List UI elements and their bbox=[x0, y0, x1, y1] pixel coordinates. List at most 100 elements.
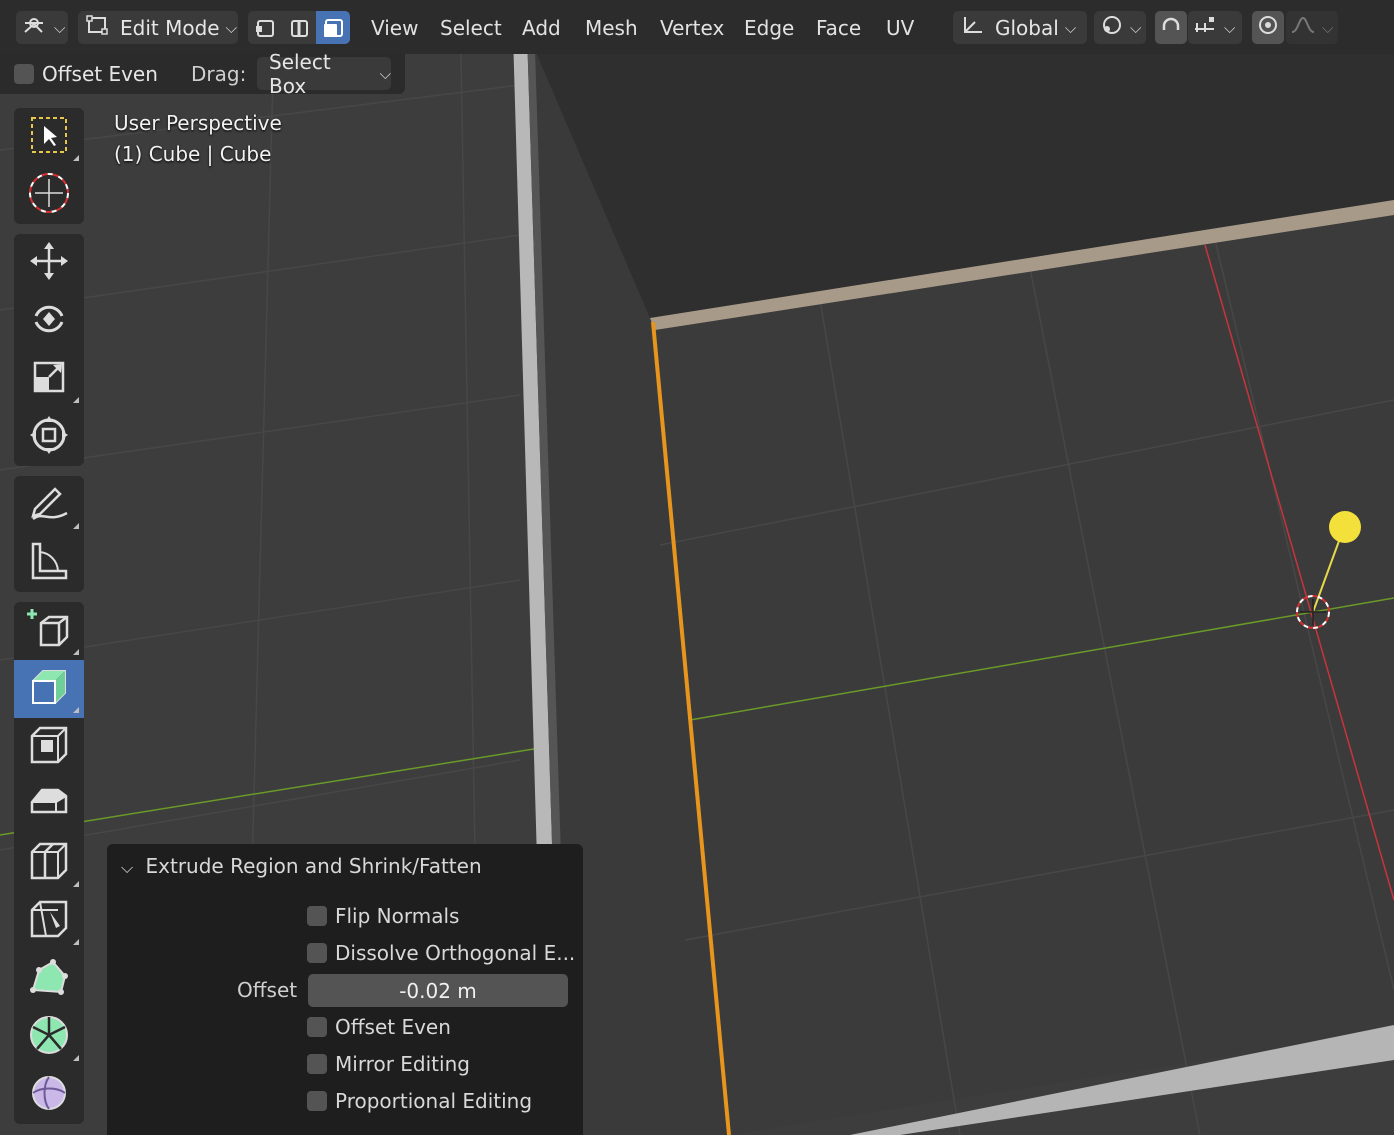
operator-panel-header[interactable]: ⌵ Extrude Region and Shrink/Fatten bbox=[121, 854, 482, 878]
tool-annotate[interactable] bbox=[14, 476, 84, 534]
edge-select-icon[interactable] bbox=[282, 11, 316, 44]
chevron-down-icon: ⌵ bbox=[121, 858, 134, 877]
3d-cursor-icon bbox=[1296, 595, 1330, 629]
drag-value: Select Box bbox=[269, 49, 331, 98]
vertex-select-icon[interactable] bbox=[248, 11, 282, 44]
menu-vertex[interactable]: Vertex bbox=[660, 11, 724, 44]
checkbox[interactable] bbox=[307, 1017, 327, 1037]
snap-target-dropdown[interactable]: ⌵ bbox=[1188, 11, 1242, 44]
tool-inset-faces[interactable] bbox=[14, 718, 84, 776]
dissolve-orthogonal-toggle[interactable]: Dissolve Orthogonal E... bbox=[307, 941, 575, 965]
tool-knife[interactable] bbox=[14, 892, 84, 950]
menu-uv[interactable]: UV bbox=[886, 11, 914, 44]
pivot-icon bbox=[1100, 14, 1124, 41]
tool-extrude-region[interactable] bbox=[14, 660, 84, 718]
offset-field[interactable]: -0.02 m bbox=[308, 974, 568, 1007]
menu-select[interactable]: Select bbox=[440, 11, 502, 44]
viewport-info: User Perspective (1) Cube | Cube bbox=[114, 108, 282, 170]
menu-mesh[interactable]: Mesh bbox=[585, 11, 638, 44]
tool-rotate[interactable] bbox=[14, 292, 84, 350]
offset-even-label: Offset Even bbox=[42, 62, 158, 86]
chevron-down-icon: ⌵ bbox=[1130, 18, 1142, 37]
checkbox[interactable] bbox=[14, 64, 34, 84]
magnet-icon bbox=[1160, 14, 1182, 41]
proportional-editing-toggle[interactable] bbox=[1252, 11, 1284, 44]
offset-even-toggle[interactable]: Offset Even bbox=[307, 1015, 451, 1039]
select-box-icon bbox=[29, 115, 69, 159]
tool-poly-build[interactable] bbox=[14, 950, 84, 1008]
editor-type-button[interactable]: ⌵ bbox=[16, 11, 68, 44]
chevron-down-icon: ⌵ bbox=[225, 18, 237, 37]
menu-view[interactable]: View bbox=[371, 11, 418, 44]
tool-add-cube[interactable] bbox=[14, 602, 84, 660]
tool-shelf bbox=[14, 108, 84, 1134]
operator-panel: ⌵ Extrude Region and Shrink/Fatten Flip … bbox=[107, 844, 583, 1135]
menu-face[interactable]: Face bbox=[816, 11, 861, 44]
offset-value: -0.02 m bbox=[399, 978, 477, 1003]
object-info: (1) Cube | Cube bbox=[114, 142, 272, 166]
smooth-icon bbox=[29, 1073, 69, 1117]
menu-add[interactable]: Add bbox=[522, 11, 561, 44]
mode-label: Edit Mode bbox=[120, 15, 220, 40]
mirror-editing-label: Mirror Editing bbox=[335, 1052, 470, 1076]
falloff-dropdown[interactable]: ⌵ bbox=[1286, 11, 1338, 44]
tool-scale[interactable] bbox=[14, 350, 84, 408]
select-mode-group bbox=[248, 11, 350, 44]
flip-normals-toggle[interactable]: Flip Normals bbox=[307, 904, 459, 928]
snap-toggle[interactable] bbox=[1155, 11, 1187, 44]
mode-dropdown[interactable]: Edit Mode ⌵ bbox=[78, 11, 238, 44]
tool-bevel[interactable] bbox=[14, 776, 84, 834]
chevron-down-icon: ⌵ bbox=[1064, 18, 1077, 37]
proportional-editing-toggle[interactable]: Proportional Editing bbox=[307, 1089, 532, 1113]
chevron-down-icon: ⌵ bbox=[1224, 18, 1236, 37]
cube-inner-face bbox=[655, 215, 1394, 1135]
flip-normals-label: Flip Normals bbox=[335, 904, 460, 928]
operator-title: Extrude Region and Shrink/Fatten bbox=[145, 854, 482, 878]
tool-spin[interactable] bbox=[14, 1008, 84, 1066]
tool-measure[interactable] bbox=[14, 534, 84, 592]
knife-icon bbox=[28, 898, 70, 944]
edit-mode-icon bbox=[86, 14, 110, 41]
checkbox[interactable] bbox=[307, 943, 327, 963]
proportional-icon bbox=[1257, 14, 1279, 41]
offset-label: Offset bbox=[237, 978, 298, 1002]
checkbox[interactable] bbox=[307, 1091, 327, 1111]
face-select-icon[interactable] bbox=[316, 11, 350, 44]
tool-loop-cut[interactable] bbox=[14, 834, 84, 892]
dissolve-orthogonal-label: Dissolve Orthogonal E... bbox=[335, 941, 576, 965]
editor-type-icon bbox=[22, 14, 48, 41]
snap-increment-icon bbox=[1192, 14, 1218, 41]
add-cube-icon bbox=[27, 607, 71, 655]
falloff-curve-icon bbox=[1290, 14, 1316, 41]
drag-label: Drag: bbox=[191, 62, 247, 86]
drag-dropdown[interactable]: Select Box ⌵ bbox=[257, 50, 391, 98]
tool-select-box[interactable] bbox=[14, 108, 84, 166]
loop-cut-icon bbox=[28, 840, 70, 886]
scale-icon bbox=[29, 357, 69, 401]
move-icon bbox=[28, 240, 70, 286]
inset-faces-icon bbox=[28, 724, 70, 770]
tool-cursor[interactable] bbox=[14, 166, 84, 224]
chevron-down-icon: ⌵ bbox=[1322, 18, 1334, 37]
extrude-region-icon bbox=[27, 665, 71, 713]
measure-ruler-icon bbox=[28, 540, 70, 586]
spin-icon bbox=[27, 1013, 71, 1061]
tool-settings-bar: Offset Even Drag: Select Box ⌵ bbox=[0, 50, 405, 98]
rotate-icon bbox=[28, 298, 70, 344]
view-name: User Perspective bbox=[114, 111, 282, 135]
transform-orientation-dropdown[interactable]: Global ⌵ bbox=[953, 11, 1087, 44]
cursor-icon bbox=[27, 171, 71, 219]
checkbox[interactable] bbox=[307, 1054, 327, 1074]
menu-edge[interactable]: Edge bbox=[744, 11, 794, 44]
light-icon bbox=[1329, 511, 1361, 543]
offset-even-toggle[interactable]: Offset Even bbox=[14, 62, 158, 86]
tool-smooth[interactable] bbox=[14, 1066, 84, 1124]
tool-transform[interactable] bbox=[14, 408, 84, 466]
proportional-editing-label: Proportional Editing bbox=[335, 1089, 533, 1113]
bevel-icon bbox=[28, 782, 70, 828]
checkbox[interactable] bbox=[307, 906, 327, 926]
annotate-pencil-icon bbox=[27, 483, 71, 527]
pivot-point-dropdown[interactable]: ⌵ bbox=[1094, 11, 1146, 44]
mirror-editing-toggle[interactable]: Mirror Editing bbox=[307, 1052, 470, 1076]
tool-move[interactable] bbox=[14, 234, 84, 292]
